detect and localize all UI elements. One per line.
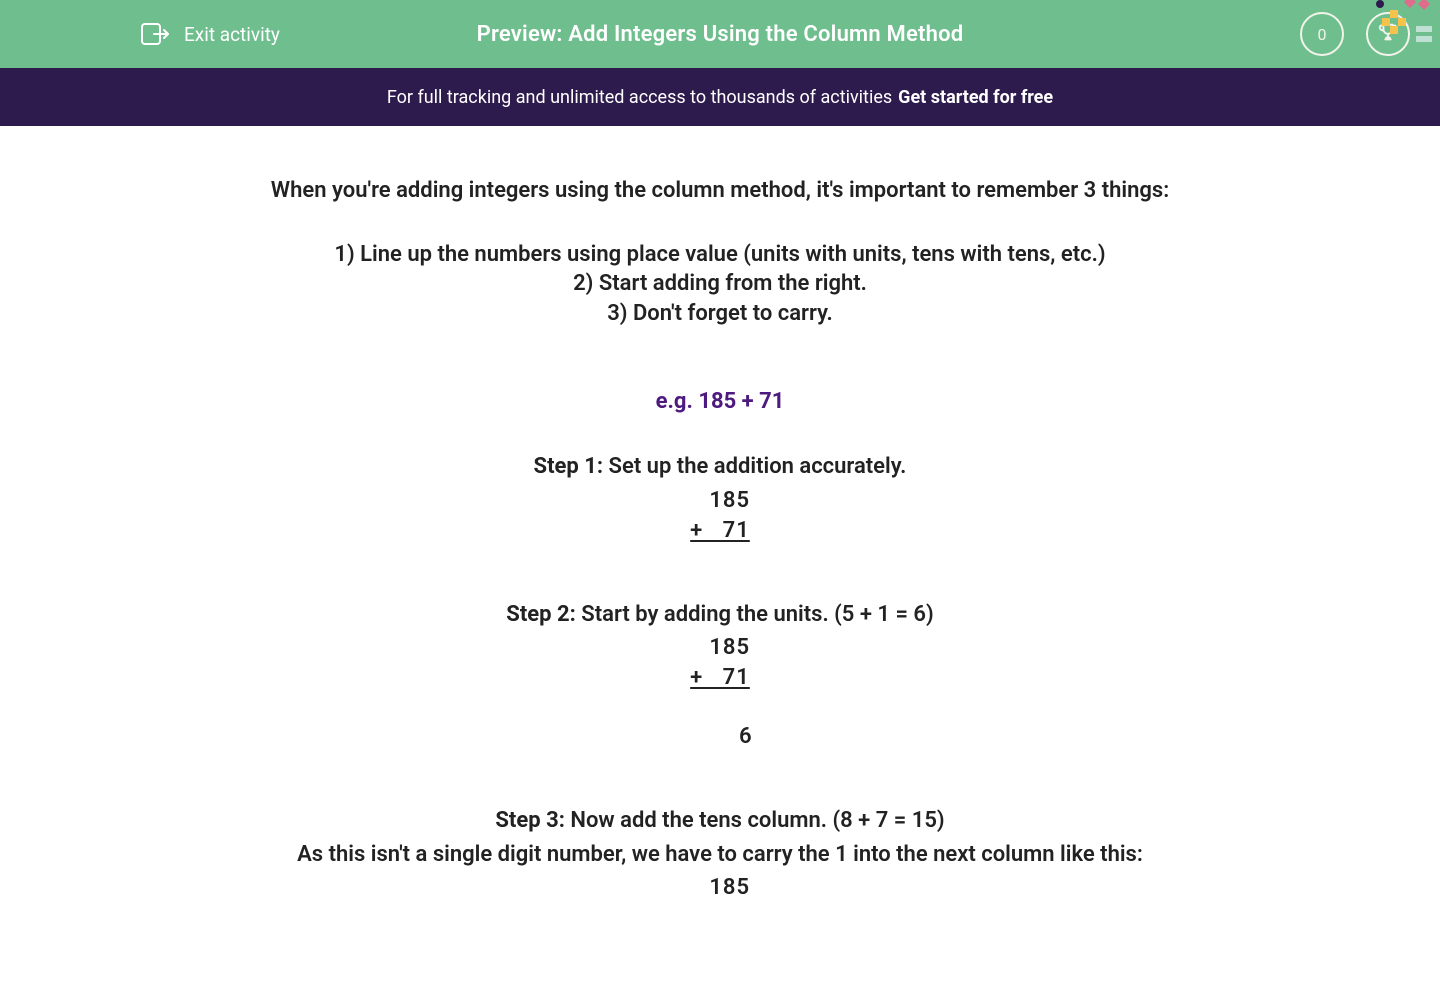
page-title: Preview: Add Integers Using the Column M… (477, 22, 964, 47)
step-3-note: As this isn't a single digit number, we … (40, 840, 1400, 870)
step-3-block: Step 3: Now add the tens column. (8 + 7 … (40, 806, 1400, 903)
step-1-num2: + 71 (40, 516, 1400, 546)
exit-icon (140, 20, 170, 48)
step-2-line: Step 2: Start by adding the units. (5 + … (40, 600, 1400, 630)
intro-text: When you're adding integers using the co… (40, 176, 1400, 206)
lesson-content: When you're adding integers using the co… (0, 126, 1440, 997)
step-3-calc: 185 (40, 873, 1400, 903)
step-1-line: Step 1: Set up the addition accurately. (40, 452, 1400, 482)
step-2-result: 6 (40, 722, 1400, 752)
trophy-button[interactable] (1366, 12, 1410, 56)
rule-1: 1) Line up the numbers using place value… (40, 240, 1400, 270)
step-3-label: Step 3: (495, 808, 565, 833)
activity-header: Exit activity Preview: Add Integers Usin… (0, 0, 1440, 68)
step-2-block: Step 2: Start by adding the units. (5 + … (40, 600, 1400, 752)
rule-2: 2) Start adding from the right. (40, 269, 1400, 299)
rules-list: 1) Line up the numbers using place value… (40, 240, 1400, 329)
step-1-calc: 185 + 71 (40, 486, 1400, 545)
step-2-num1: 185 (40, 633, 1400, 663)
step-3-text: Now add the tens column. (8 + 7 = 15) (565, 808, 945, 833)
header-right: 0 (1300, 12, 1410, 56)
step-2-blank (40, 693, 1400, 723)
promo-bar: For full tracking and unlimited access t… (0, 68, 1440, 126)
score-badge: 0 (1300, 12, 1344, 56)
exit-activity-button[interactable]: Exit activity (140, 20, 280, 48)
score-value: 0 (1318, 25, 1327, 44)
step-1-block: Step 1: Set up the addition accurately. … (40, 452, 1400, 545)
step-1-label: Step 1: (534, 454, 604, 479)
exit-activity-label: Exit activity (184, 23, 280, 46)
step-1-text: Set up the addition accurately. (603, 454, 906, 479)
promo-cta-link[interactable]: Get started for free (898, 87, 1053, 108)
step-1-num1: 185 (40, 486, 1400, 516)
trophy-icon (1377, 21, 1399, 47)
step-3-line: Step 3: Now add the tens column. (8 + 7 … (40, 806, 1400, 836)
example-heading: e.g. 185 + 71 (40, 387, 1400, 417)
step-2-label: Step 2: (506, 602, 576, 627)
rule-3: 3) Don't forget to carry. (40, 299, 1400, 329)
step-2-num2: + 71 (40, 663, 1400, 693)
promo-text: For full tracking and unlimited access t… (387, 87, 892, 108)
step-2-text: Start by adding the units. (5 + 1 = 6) (576, 602, 934, 627)
step-2-calc: 185 + 71 6 (40, 633, 1400, 752)
step-3-num1: 185 (40, 873, 1400, 903)
